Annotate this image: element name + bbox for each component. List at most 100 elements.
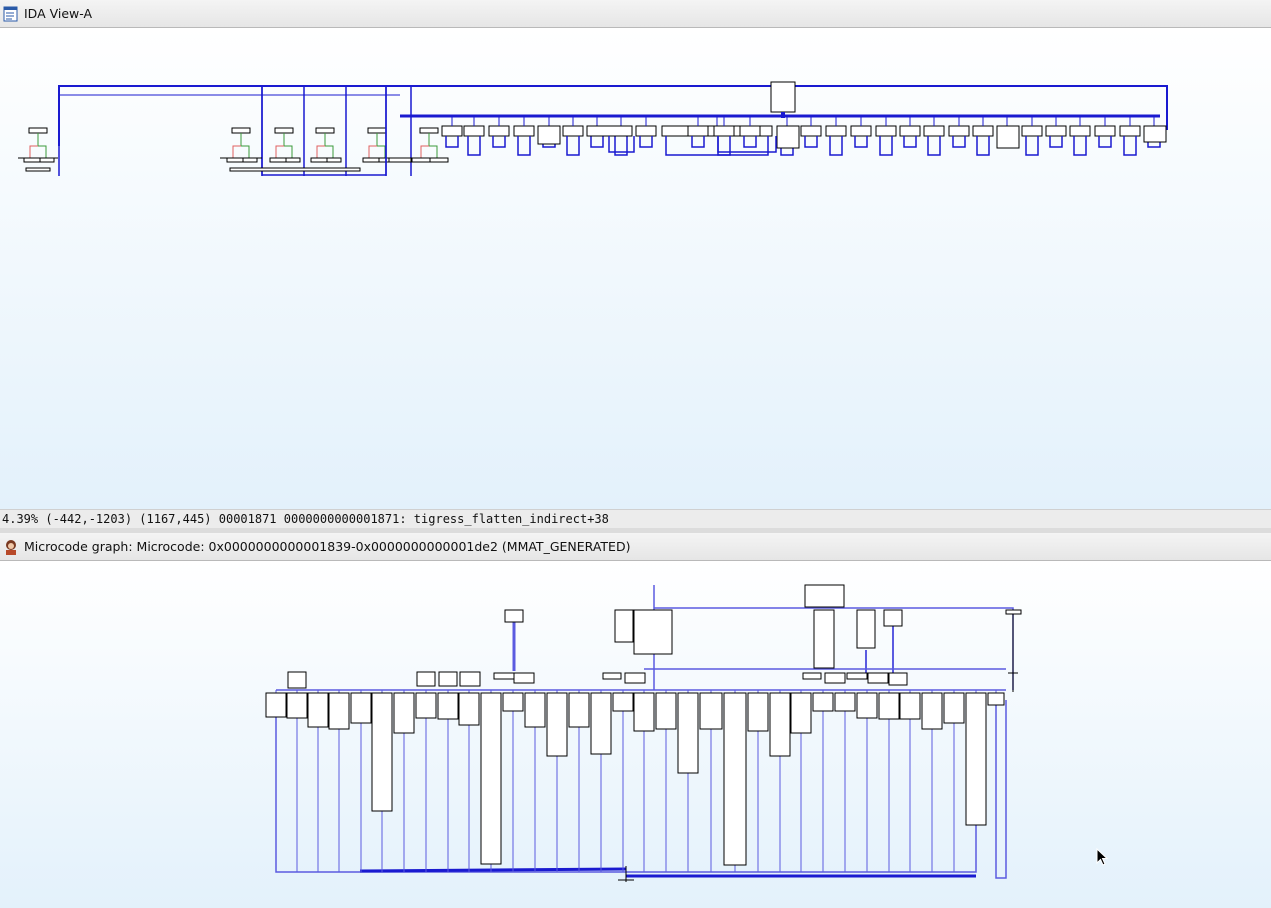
graph-block[interactable] (502, 692, 524, 712)
graph-block[interactable] (850, 125, 872, 137)
graph-block[interactable] (624, 672, 646, 684)
graph-block[interactable] (812, 692, 834, 712)
microcode-graph-canvas[interactable] (0, 561, 1271, 908)
graph-block[interactable] (25, 167, 51, 172)
graph-block[interactable] (699, 692, 723, 730)
graph-block[interactable] (856, 609, 876, 649)
graph-block[interactable] (23, 157, 41, 163)
graph-block[interactable] (635, 125, 657, 137)
ida-graph-canvas[interactable] (0, 28, 1271, 509)
graph-block[interactable] (416, 671, 436, 687)
graph-block[interactable] (493, 672, 515, 680)
graph-block[interactable] (1143, 125, 1167, 143)
graph-block[interactable] (28, 127, 48, 134)
graph-block[interactable] (867, 672, 889, 684)
graph-block[interactable] (824, 672, 846, 684)
graph-block[interactable] (899, 692, 921, 720)
graph-block[interactable] (747, 692, 769, 732)
graph-block[interactable] (562, 125, 584, 137)
graph-block[interactable] (614, 609, 634, 643)
graph-block[interactable] (921, 692, 943, 730)
graph-block[interactable] (888, 672, 908, 686)
graph-block[interactable] (437, 692, 459, 720)
graph-block[interactable] (480, 692, 502, 865)
graph-block[interactable] (269, 157, 287, 163)
graph-block[interactable] (459, 671, 481, 687)
graph-block[interactable] (943, 692, 965, 724)
graph-block[interactable] (739, 125, 761, 137)
graph-block[interactable] (846, 672, 868, 680)
graph-block[interactable] (388, 157, 412, 163)
graph-block[interactable] (285, 157, 301, 163)
graph-block[interactable] (429, 157, 449, 163)
graph-block[interactable] (813, 609, 835, 669)
graph-block[interactable] (825, 125, 847, 137)
ida-view-title-bar[interactable]: IDA View-A (0, 0, 1271, 28)
graph-block[interactable] (800, 125, 822, 137)
graph-block[interactable] (524, 692, 546, 728)
graph-block[interactable] (677, 692, 699, 774)
graph-block[interactable] (769, 692, 791, 757)
graph-block[interactable] (776, 125, 800, 149)
graph-block[interactable] (790, 692, 812, 734)
graph-block[interactable] (315, 127, 335, 134)
graph-block[interactable] (856, 692, 878, 719)
graph-block[interactable] (568, 692, 590, 728)
graph-block[interactable] (307, 692, 329, 728)
graph-block[interactable] (438, 671, 458, 687)
graph-block[interactable] (1021, 125, 1043, 137)
graph-block[interactable] (513, 125, 535, 137)
graph-block[interactable] (996, 125, 1020, 149)
graph-block[interactable] (326, 157, 342, 163)
graph-block[interactable] (231, 127, 251, 134)
graph-block[interactable] (39, 157, 55, 163)
graph-block[interactable] (590, 692, 612, 755)
graph-block[interactable] (713, 125, 735, 137)
graph-block[interactable] (883, 609, 903, 627)
graph-block[interactable] (546, 692, 568, 757)
microcode-title-bar[interactable]: Microcode graph: Microcode: 0x0000000000… (0, 533, 1271, 561)
graph-block[interactable] (371, 692, 393, 812)
graph-block[interactable] (265, 692, 287, 718)
graph-block[interactable] (1094, 125, 1116, 137)
graph-block[interactable] (242, 157, 258, 163)
graph-block[interactable] (834, 692, 856, 712)
graph-block[interactable] (287, 671, 307, 689)
graph-block[interactable] (537, 125, 561, 145)
graph-block[interactable] (362, 157, 380, 163)
graph-block[interactable] (770, 81, 796, 113)
graph-block[interactable] (393, 692, 415, 734)
graph-block[interactable] (602, 672, 622, 680)
graph-block[interactable] (513, 672, 535, 684)
graph-block[interactable] (1005, 609, 1022, 615)
graph-block[interactable] (965, 692, 987, 826)
graph-block[interactable] (274, 127, 294, 134)
graph-block[interactable] (875, 125, 897, 137)
graph-block[interactable] (878, 692, 900, 720)
graph-block[interactable] (367, 127, 387, 134)
graph-block[interactable] (723, 692, 747, 866)
graph-block[interactable] (655, 692, 677, 730)
graph-block[interactable] (987, 692, 1005, 706)
graph-block[interactable] (586, 125, 633, 137)
graph-block[interactable] (229, 167, 361, 172)
graph-block[interactable] (1045, 125, 1067, 137)
graph-block[interactable] (419, 127, 439, 134)
graph-block[interactable] (458, 692, 480, 726)
graph-block[interactable] (802, 672, 822, 680)
graph-block[interactable] (1119, 125, 1141, 137)
graph-block[interactable] (633, 609, 673, 655)
graph-block[interactable] (687, 125, 709, 137)
graph-block[interactable] (923, 125, 945, 137)
graph-block[interactable] (415, 692, 437, 719)
graph-block[interactable] (612, 692, 634, 712)
graph-block[interactable] (899, 125, 921, 137)
graph-block[interactable] (1069, 125, 1091, 137)
graph-block[interactable] (463, 125, 485, 137)
graph-block[interactable] (328, 692, 350, 730)
graph-block[interactable] (972, 125, 994, 137)
graph-block[interactable] (411, 157, 431, 163)
graph-block[interactable] (441, 125, 463, 137)
graph-block[interactable] (948, 125, 970, 137)
graph-block[interactable] (504, 609, 524, 623)
